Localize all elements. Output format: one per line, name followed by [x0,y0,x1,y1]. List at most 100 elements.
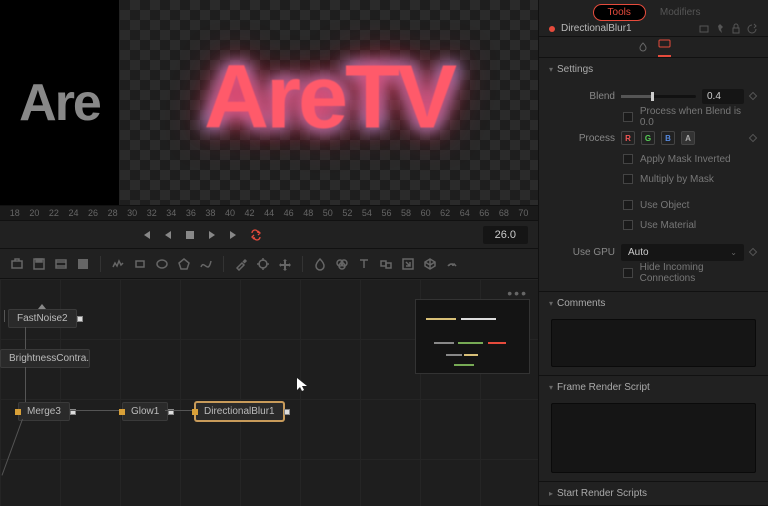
ruler-tick: 38 [201,208,221,218]
tool-paint-icon[interactable] [232,255,250,273]
use-gpu-select[interactable]: Auto ⌄ [621,244,744,261]
tool-blur-icon[interactable] [311,255,329,273]
blend-value[interactable]: 0.4 [702,89,744,104]
mult-by-mask-checkbox[interactable] [623,174,633,184]
section-comments[interactable]: Comments [539,292,768,315]
use-material-label: Use Material [640,220,696,231]
tool-3d-icon[interactable] [421,255,439,273]
mouse-cursor-icon [295,376,311,392]
keyframe-icon[interactable] [749,92,757,100]
reset-icon[interactable] [746,23,758,35]
channel-r[interactable]: R [621,131,635,145]
ruler-tick: 20 [25,208,45,218]
use-object-label: Use Object [640,200,689,211]
node-glow[interactable]: Glow1 [122,402,168,421]
use-material-checkbox[interactable] [623,220,633,230]
flow-area[interactable]: ••• FastNoise2 BrightnessContra... Merge… [0,279,538,506]
tool-tracker-icon[interactable] [254,255,272,273]
loop-icon[interactable] [250,229,262,241]
ruler-tick: 68 [494,208,514,218]
hide-conn-checkbox[interactable] [623,268,633,278]
tab-tools[interactable]: Tools [593,4,646,21]
node-label: Glow1 [131,406,159,417]
section-start-render-scripts[interactable]: Start Render Scripts [539,482,768,505]
use-object-checkbox[interactable] [623,200,633,210]
channel-g[interactable]: G [641,131,655,145]
tab-modifiers[interactable]: Modifiers [646,5,715,20]
versions-icon[interactable] [698,23,710,35]
hide-conn-label: Hide Incoming Connections [640,262,756,284]
play-icon[interactable] [206,229,218,241]
ruler-tick: 18 [5,208,25,218]
pin-icon[interactable] [714,23,726,35]
step-back-icon[interactable] [162,229,174,241]
ruler-tick: 58 [396,208,416,218]
stop-icon[interactable] [184,229,196,241]
node-label: DirectionalBlur1 [204,406,275,417]
time-ruler[interactable]: 1820222426283032343638404244464850525456… [0,205,538,221]
node-merge[interactable]: Merge3 [18,402,70,421]
channel-a[interactable]: A [681,131,695,145]
tool-text-icon[interactable] [355,255,373,273]
tool-bspline-icon[interactable] [197,255,215,273]
settings-tab-icon[interactable] [658,37,671,50]
use-gpu-label: Use GPU [551,247,615,258]
viewer-a[interactable]: Are [0,0,120,205]
tool-transform-icon[interactable] [276,255,294,273]
ruler-tick: 70 [514,208,534,218]
node-label: Merge3 [27,406,61,417]
tool-saver-icon[interactable] [30,255,48,273]
blend-slider[interactable] [621,95,696,98]
ruler-tick: 46 [279,208,299,218]
ruler-tick: 52 [338,208,358,218]
node-directionalblur[interactable]: DirectionalBlur1 [195,402,284,421]
ruler-tick: 34 [162,208,182,218]
flow-navigator[interactable] [415,299,530,374]
ruler-tick: 40 [220,208,240,218]
keyframe-icon[interactable] [749,248,757,256]
timecode[interactable]: 26.0 [483,226,528,244]
frame-render-script-textarea[interactable] [551,403,756,473]
node-label: BrightnessContra... [9,353,90,364]
apply-mask-inv-checkbox[interactable] [623,154,633,164]
ruler-tick: 48 [298,208,318,218]
tool-merge-icon[interactable] [377,255,395,273]
viewer-b[interactable]: AreTV [120,0,538,205]
controls-tab-icon[interactable] [637,41,650,54]
tool-resize-icon[interactable] [399,255,417,273]
ruler-tick: 54 [357,208,377,218]
ruler-tick: 30 [122,208,142,218]
lock-icon[interactable] [730,23,742,35]
process-blend0-checkbox[interactable] [623,112,633,122]
channel-b[interactable]: B [661,131,675,145]
transport-bar: 26.0 [0,221,538,249]
process-blend0-label: Process when Blend is 0.0 [640,106,756,128]
ruler-tick: 60 [416,208,436,218]
node-brightnesscontrast[interactable]: BrightnessContra... [0,349,90,368]
tool-rectangle-icon[interactable] [131,255,149,273]
ruler-tick: 24 [64,208,84,218]
go-first-icon[interactable] [140,229,152,241]
tool-bg-icon[interactable] [74,255,92,273]
section-settings[interactable]: Settings [539,58,768,81]
tool-ellipse-icon[interactable] [153,255,171,273]
ruler-tick: 32 [142,208,162,218]
tool-loader-icon[interactable] [8,255,26,273]
keyframe-icon[interactable] [749,134,757,142]
tool-noise-icon[interactable] [109,255,127,273]
tool-polygon-icon[interactable] [175,255,193,273]
comments-textarea[interactable] [551,319,756,367]
tool-media-icon[interactable] [52,255,70,273]
ruler-tick: 56 [377,208,397,218]
ruler-tick: 64 [455,208,475,218]
ruler-tick: 22 [44,208,64,218]
go-last-icon[interactable] [228,229,240,241]
ruler-tick: 44 [259,208,279,218]
tool-render-icon[interactable] [443,255,461,273]
ruler-tick: 28 [103,208,123,218]
node-enable-dot[interactable] [549,26,555,32]
section-frame-render-script[interactable]: Frame Render Script [539,376,768,399]
preview-text-a: Are [19,73,100,133]
tool-cc-icon[interactable] [333,255,351,273]
node-fastnoise[interactable]: FastNoise2 [8,309,77,328]
